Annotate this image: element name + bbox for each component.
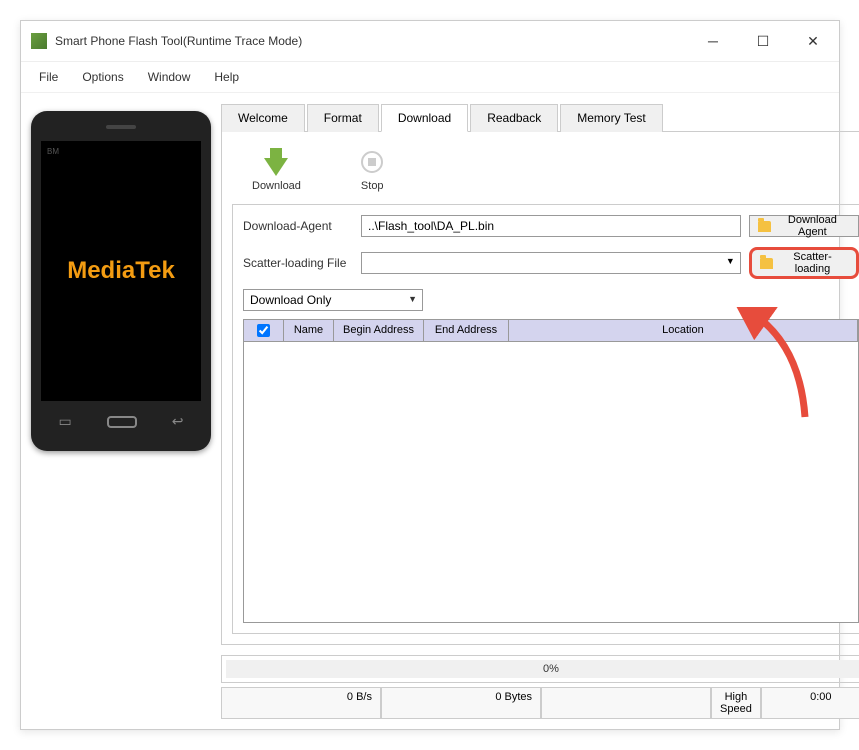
grid-header-name[interactable]: Name — [284, 320, 334, 341]
scatter-btn-label: Scatter-loading — [777, 251, 848, 275]
phone-speaker — [106, 125, 136, 129]
progress-bar: 0% — [226, 660, 859, 678]
app-window: Smart Phone Flash Tool(Runtime Trace Mod… — [20, 20, 840, 730]
tab-readback[interactable]: Readback — [470, 104, 558, 132]
phone-brand-tiny: BM — [47, 147, 59, 156]
folder-icon — [758, 221, 771, 232]
window-controls: ─ ☐ ✕ — [697, 29, 829, 53]
download-agent-row: Download-Agent Download Agent — [243, 215, 859, 237]
grid-header-end[interactable]: End Address — [424, 320, 509, 341]
scatter-file-label: Scatter-loading File — [243, 256, 353, 270]
action-toolbar: Download Stop — [232, 142, 859, 204]
window-title: Smart Phone Flash Tool(Runtime Trace Mod… — [55, 34, 697, 48]
close-button[interactable]: ✕ — [797, 29, 829, 53]
mode-dropdown-wrap: Download Only — [243, 289, 423, 311]
status-bytes: 0 Bytes — [381, 687, 541, 719]
menu-options[interactable]: Options — [72, 66, 133, 88]
scatter-loading-browse-button[interactable]: Scatter-loading — [749, 247, 859, 279]
download-button[interactable]: Download — [252, 148, 301, 192]
titlebar: Smart Phone Flash Tool(Runtime Trace Mod… — [21, 21, 839, 62]
status-speed: High Speed — [711, 687, 761, 719]
download-agent-browse-button[interactable]: Download Agent — [749, 215, 859, 237]
select-all-checkbox[interactable] — [257, 324, 270, 337]
app-icon — [31, 33, 47, 49]
download-arrow-icon — [264, 158, 288, 176]
phone-screen: BM MediaTek — [41, 141, 201, 401]
annotation-arrow — [705, 307, 825, 430]
scatter-file-row: Scatter-loading File ▼ Scatter-loading — [243, 247, 859, 279]
phone-back-icon: ↩ — [172, 413, 184, 430]
download-agent-label: Download-Agent — [243, 219, 353, 233]
grid-header-check[interactable] — [244, 320, 284, 341]
stop-button[interactable]: Stop — [361, 148, 384, 192]
menubar: File Options Window Help — [21, 62, 839, 93]
mediatek-logo: MediaTek — [67, 257, 175, 285]
status-rate: 0 B/s — [221, 687, 381, 719]
tab-welcome[interactable]: Welcome — [221, 104, 305, 132]
folder-icon — [760, 258, 773, 269]
menu-file[interactable]: File — [29, 66, 68, 88]
mode-dropdown[interactable]: Download Only — [243, 289, 423, 311]
phone-mockup: BM MediaTek ▭ ↩ — [31, 111, 211, 451]
progress-box: 0% — [221, 655, 859, 683]
maximize-button[interactable]: ☐ — [747, 29, 779, 53]
phone-nav-bar: ▭ ↩ — [41, 413, 201, 430]
download-label: Download — [252, 180, 301, 192]
menu-help[interactable]: Help — [204, 66, 249, 88]
phone-menu-icon: ▭ — [59, 413, 72, 430]
download-agent-input[interactable] — [361, 215, 741, 237]
phone-preview-panel: BM MediaTek ▭ ↩ — [31, 103, 211, 719]
stop-icon — [361, 151, 383, 173]
download-agent-btn-label: Download Agent — [775, 214, 850, 238]
stop-label: Stop — [361, 180, 384, 192]
status-empty — [541, 687, 711, 719]
status-time: 0:00 — [761, 687, 859, 719]
tab-format[interactable]: Format — [307, 104, 379, 132]
scatter-file-input[interactable] — [361, 252, 741, 274]
tab-bar: Welcome Format Download Readback Memory … — [221, 103, 859, 132]
minimize-button[interactable]: ─ — [697, 29, 729, 53]
grid-header-begin[interactable]: Begin Address — [334, 320, 424, 341]
phone-home-button — [107, 416, 137, 428]
tab-memory-test[interactable]: Memory Test — [560, 104, 662, 132]
status-bar: 0 B/s 0 Bytes High Speed 0:00 — [221, 687, 859, 719]
progress-percent: 0% — [543, 663, 559, 675]
tab-download[interactable]: Download — [381, 104, 468, 132]
menu-window[interactable]: Window — [138, 66, 201, 88]
